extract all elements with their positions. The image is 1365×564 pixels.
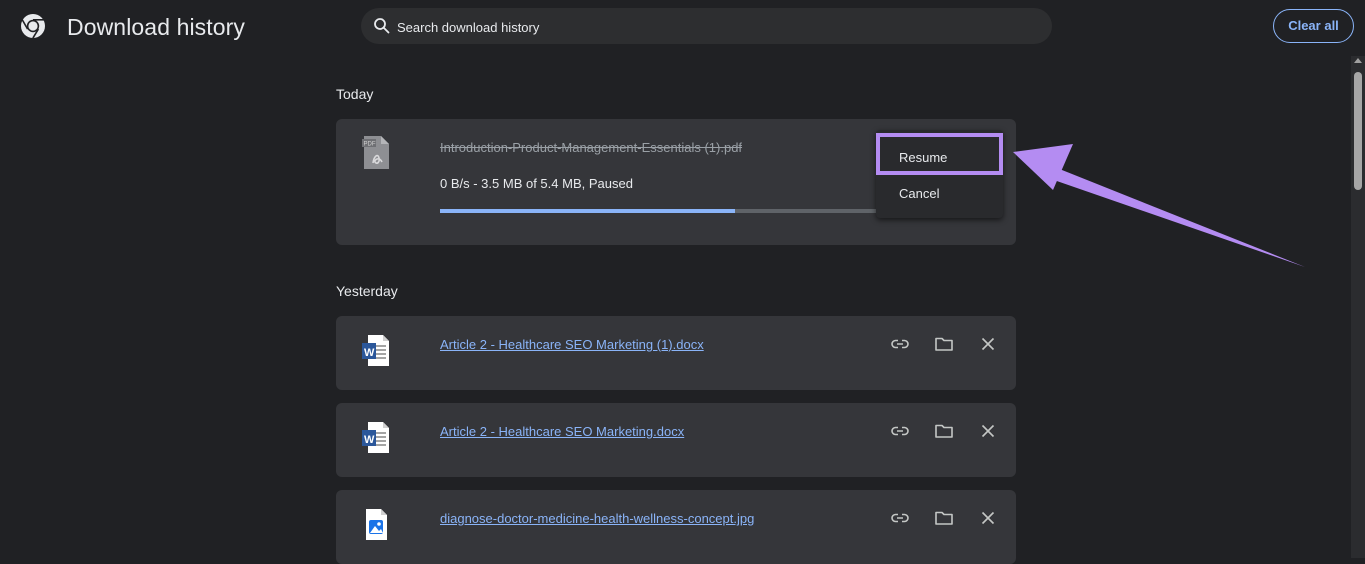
scroll-up-arrow-icon[interactable]	[1354, 58, 1362, 63]
download-status: 0 B/s - 3.5 MB of 5.4 MB, Paused	[440, 176, 633, 191]
download-card	[336, 490, 1016, 564]
download-card	[336, 403, 1016, 477]
search-icon	[374, 18, 390, 34]
close-icon[interactable]	[978, 508, 998, 528]
section-label-today: Today	[336, 86, 374, 102]
scrollbar[interactable]	[1351, 56, 1365, 558]
svg-text:PDF: PDF	[364, 142, 376, 148]
copy-link-icon[interactable]	[890, 421, 910, 441]
section-label-yesterday: Yesterday	[336, 283, 398, 299]
download-file-link[interactable]: diagnose-doctor-medicine-health-wellness…	[440, 511, 754, 526]
close-icon[interactable]	[978, 421, 998, 441]
download-context-menu: Resume Cancel	[876, 130, 1003, 218]
image-file-icon	[366, 509, 387, 540]
annotation-arrow	[1013, 144, 1305, 267]
chrome-logo-icon	[21, 14, 45, 39]
pdf-file-icon: PDF	[362, 136, 389, 169]
close-icon[interactable]	[978, 334, 998, 354]
page-title: Download history	[67, 14, 246, 40]
search-bar[interactable]	[361, 8, 1052, 46]
svg-text:W: W	[364, 434, 375, 446]
cancel-menu-item[interactable]: Cancel	[876, 176, 1003, 212]
folder-icon[interactable]	[934, 334, 954, 354]
progress-bar-fill	[440, 209, 735, 213]
copy-link-icon[interactable]	[890, 334, 910, 354]
download-file-link[interactable]: Article 2 - Healthcare SEO Marketing (1)…	[440, 337, 704, 352]
word-file-icon: W	[362, 335, 389, 366]
resume-menu-item[interactable]: Resume	[876, 133, 1003, 175]
progress-bar	[440, 209, 895, 213]
svg-text:W: W	[364, 347, 375, 359]
scrollbar-thumb[interactable]	[1354, 72, 1362, 190]
folder-icon[interactable]	[934, 421, 954, 441]
download-card	[336, 316, 1016, 390]
copy-link-icon[interactable]	[890, 508, 910, 528]
search-input[interactable]	[395, 8, 1039, 46]
word-file-icon: W	[362, 422, 389, 453]
download-file-link[interactable]: Article 2 - Healthcare SEO Marketing.doc…	[440, 424, 684, 439]
clear-all-button[interactable]: Clear all	[1273, 9, 1354, 43]
paused-file-name[interactable]: Introduction-Product-Management-Essentia…	[440, 140, 742, 155]
folder-icon[interactable]	[934, 508, 954, 528]
